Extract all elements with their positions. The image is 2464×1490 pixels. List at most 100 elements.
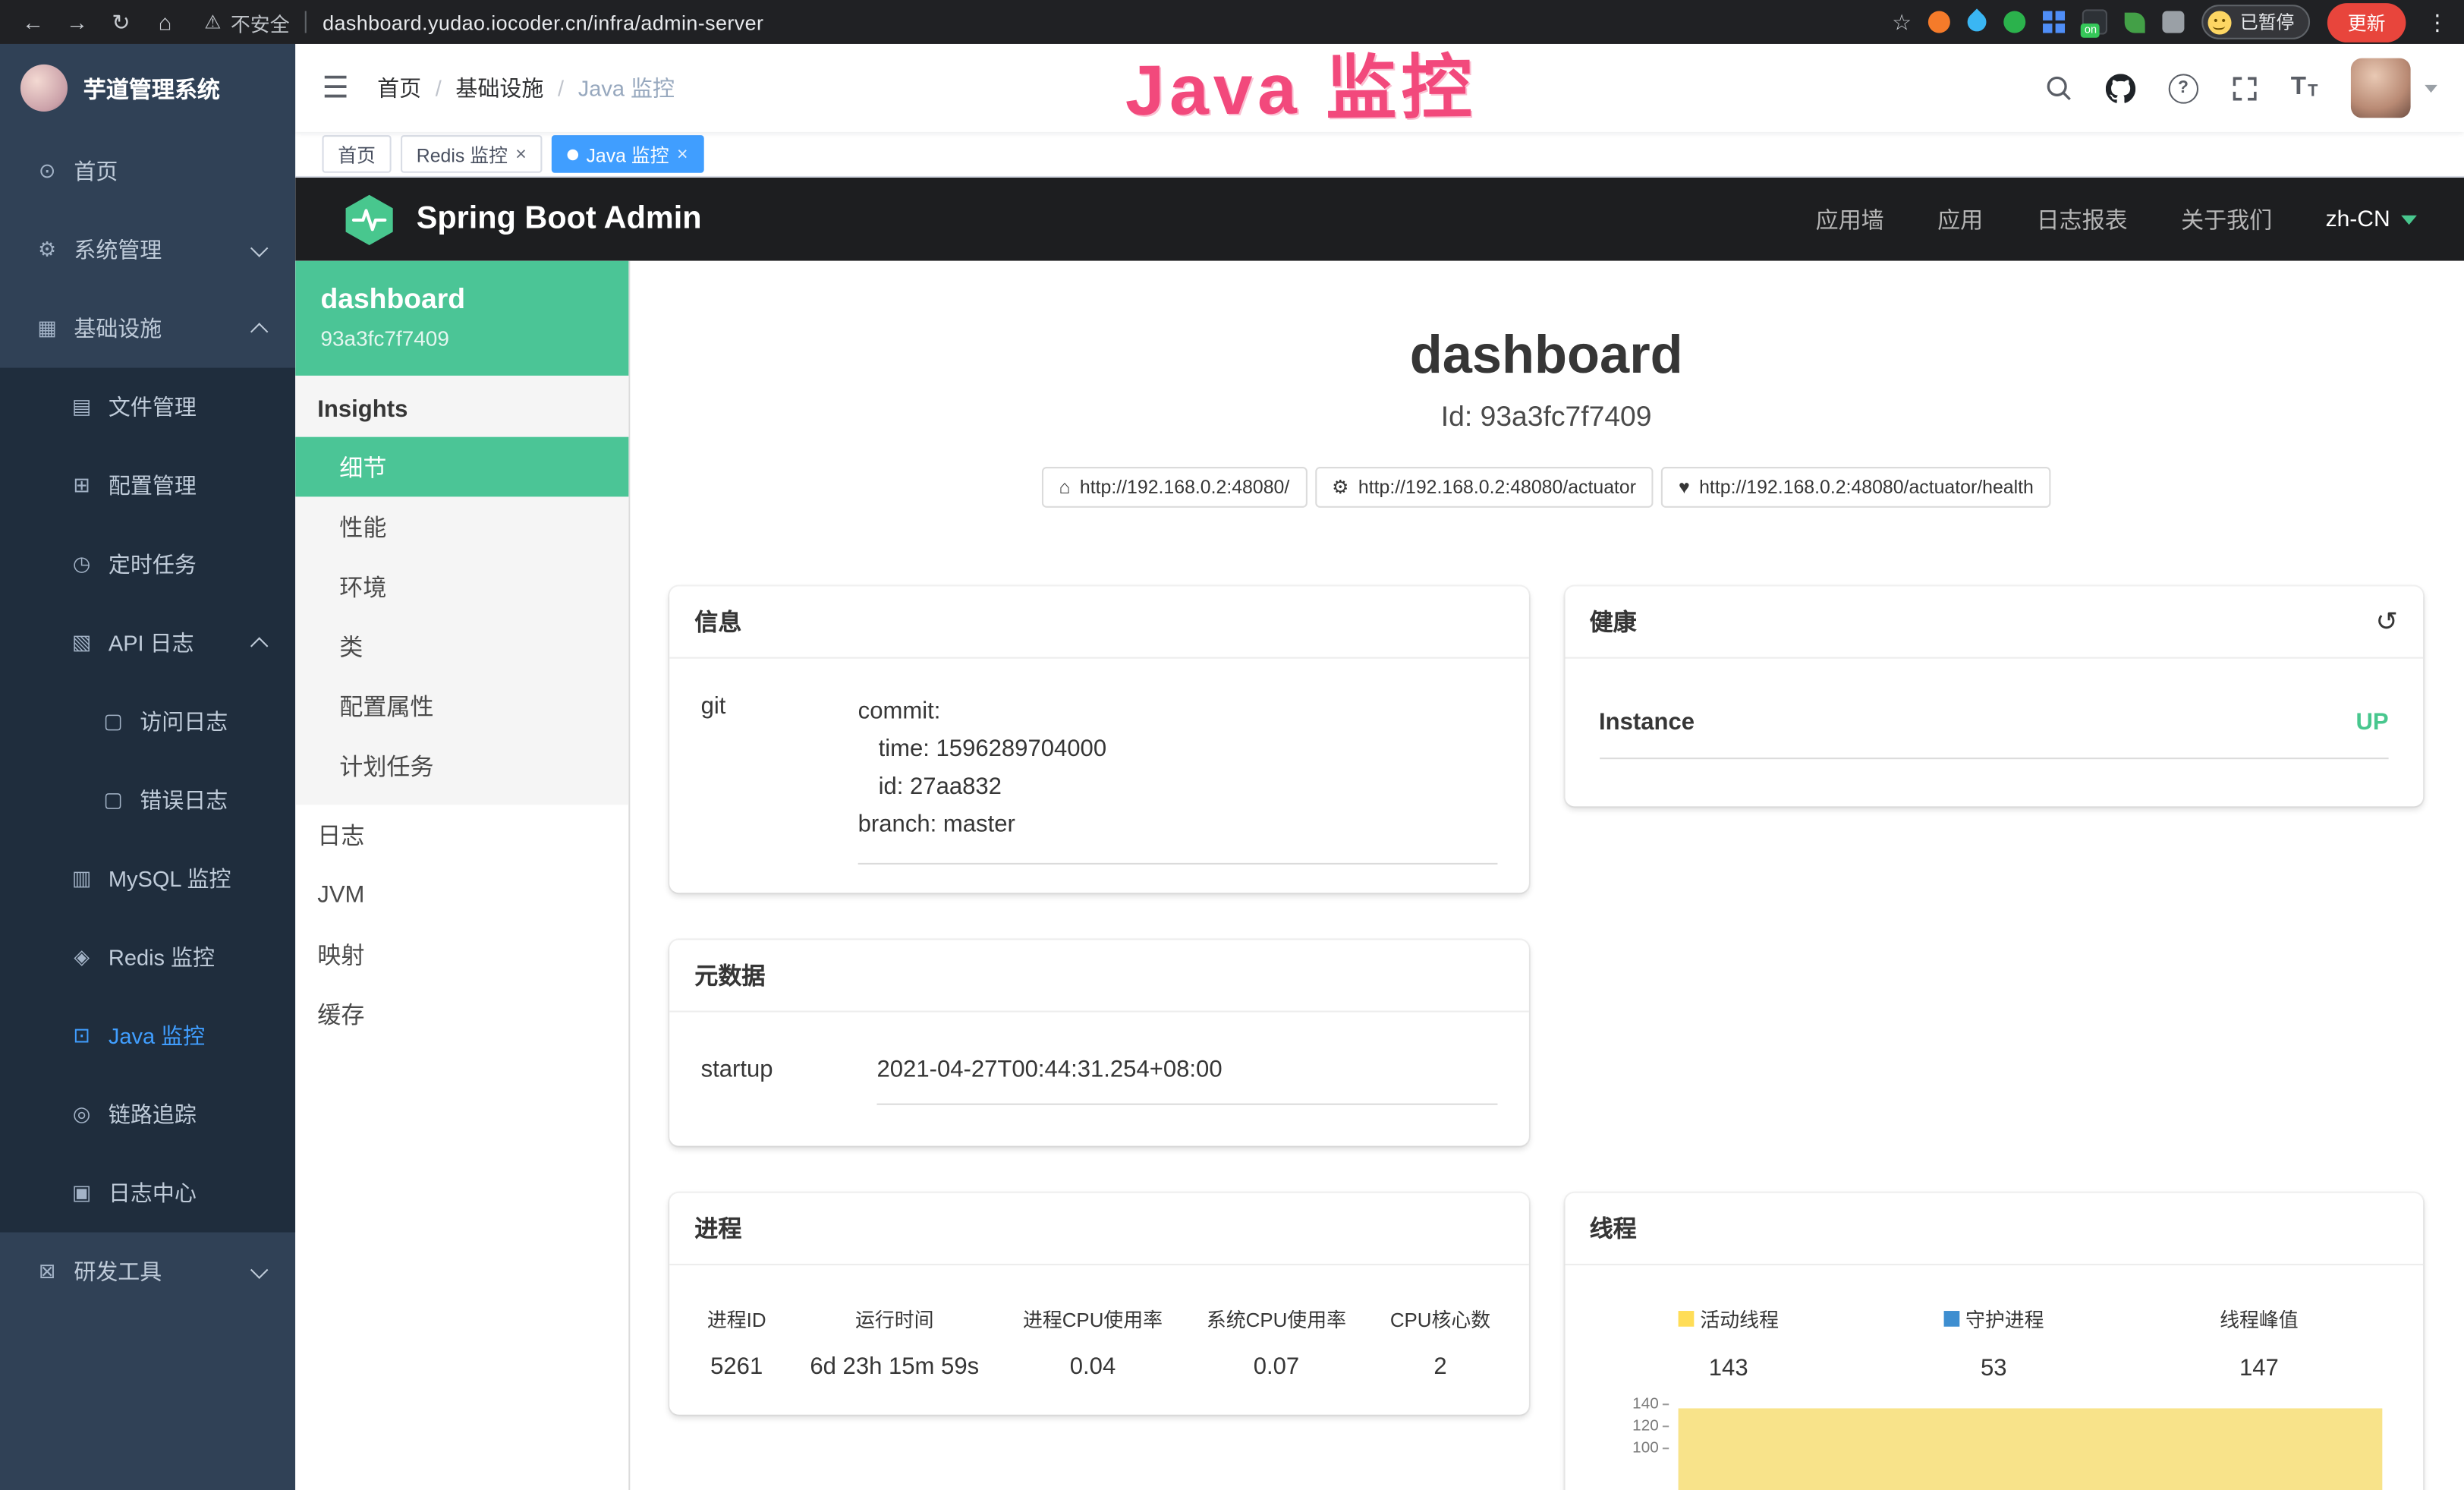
extension-icon-switch[interactable]: on [2083,9,2108,34]
git-commit-id: id: 27aa832 [858,769,1497,807]
gear-icon: ⚙ [33,238,61,263]
user-avatar[interactable] [2351,58,2411,118]
info-key: git [701,693,858,865]
update-button[interactable]: 更新 [2327,2,2406,42]
actuator-url-link[interactable]: ⚙ http://192.168.0.2:48080/actuator [1314,467,1653,508]
sidebar-item-dev-tools[interactable]: ⊠ 研发工具 [0,1233,295,1312]
tag-label: 首页 [338,140,376,167]
avatar-caret-icon[interactable] [2425,84,2437,92]
locale-selector[interactable]: zh-CN [2326,206,2417,232]
extension-icon-grid[interactable] [2044,11,2066,33]
status-badge: UP [2355,709,2388,736]
extensions-puzzle-icon[interactable] [2163,11,2185,33]
sidebar-item-scheduled-jobs[interactable]: ◷ 定时任务 [0,525,295,604]
instance-header[interactable]: dashboard 93a3fc7f7409 [295,261,628,376]
sidebar-item-label: Redis 监控 [109,941,215,972]
close-icon[interactable]: × [677,143,688,165]
sba-nav-wallboard[interactable]: 应用墙 [1816,203,1884,235]
extension-icon-orange[interactable] [1929,11,1951,33]
git-commit-time: time: 1596289704000 [858,731,1497,769]
legend-peak-threads: 线程峰值 147 [2126,1303,2392,1382]
close-icon[interactable]: × [515,143,527,165]
refresh-button[interactable]: ↻ [104,0,139,44]
font-size-icon[interactable]: TT [2291,75,2318,100]
back-button[interactable]: ← [16,0,51,44]
sidebar-item-log-center[interactable]: ▣ 日志中心 [0,1154,295,1233]
home-icon: ⌂ [1059,476,1070,498]
sba-nav-journal[interactable]: 日志报表 [2037,203,2128,235]
system-cpu-usage: 系统CPU使用率 0.07 [1207,1303,1346,1380]
sba-nav-applications[interactable]: 应用 [1937,203,1983,235]
tag-redis-monitor[interactable]: Redis 监控 × [401,135,542,173]
breadcrumb-infrastructure[interactable]: 基础设施 [455,72,543,103]
file-icon: ▤ [68,395,96,420]
breadcrumb-home[interactable]: 首页 [377,72,421,103]
hamburger-icon[interactable]: ☰ [323,70,349,106]
sba-item-metrics[interactable]: 性能 [295,496,628,556]
extension-icon-leaf[interactable] [2126,12,2146,33]
address-bar[interactable]: ⚠ 不安全 dashboard.yudao.iocoder.cn/infra/a… [204,7,763,36]
sba-item-logs[interactable]: 日志 [295,805,628,865]
sidebar-item-system-management[interactable]: ⚙ 系统管理 [0,210,295,289]
page-subtitle: Id: 93a3fc7f7409 [669,401,2423,433]
sidebar-item-file-management[interactable]: ▤ 文件管理 [0,368,295,447]
admin-menu: ⊙ 首页 ⚙ 系统管理 ▦ 基础设施 ▤ 文件管理 [0,132,295,1311]
chevron-up-icon [250,636,268,654]
legend-blue-square-icon [1943,1310,1959,1326]
github-icon[interactable] [2105,73,2135,102]
extension-icon-droplet[interactable] [1964,8,1990,35]
sba-nav-about[interactable]: 关于我们 [2181,203,2272,235]
sidebar-item-config-management[interactable]: ⊞ 配置管理 [0,446,295,525]
home-button[interactable]: ⌂ [148,0,183,44]
sidebar-item-infrastructure[interactable]: ▦ 基础设施 [0,289,295,368]
database-icon: ▥ [68,866,96,891]
sidebar-item-home[interactable]: ⊙ 首页 [0,132,295,211]
sidebar-item-mysql-monitor[interactable]: ▥ MySQL 监控 [0,840,295,918]
sidebar-item-redis-monitor[interactable]: ◈ Redis 监控 [0,918,295,997]
tag-label: Java 监控 [587,140,669,167]
sba-nav-links: 应用墙 应用 日志报表 关于我们 zh-CN [1816,203,2417,235]
sba-item-details[interactable]: 细节 [295,437,628,497]
chevron-down-icon [250,1260,268,1277]
profile-sync-paused-chip[interactable]: 已暂停 [2202,5,2310,39]
sidebar-item-label: 访问日志 [140,706,228,737]
health-url-link[interactable]: ♥ http://192.168.0.2:48080/actuator/heal… [1661,467,2050,508]
infrastructure-submenu: ▤ 文件管理 ⊞ 配置管理 ◷ 定时任务 ▧ API 日志 [0,368,295,1233]
forward-button[interactable]: → [60,0,95,44]
breadcrumb-separator: / [436,75,442,100]
sba-item-mappings[interactable]: 映射 [295,925,628,984]
sba-item-scheduled-tasks[interactable]: 计划任务 [295,736,628,795]
fullscreen-icon[interactable] [2231,74,2258,101]
help-icon[interactable]: ? [2168,73,2198,102]
config-icon: ⊞ [68,473,96,498]
sba-item-classes[interactable]: 类 [295,616,628,676]
browser-menu-icon[interactable]: ⋮ [2426,8,2448,35]
threads-legend: 活动线程 143 守护进程 53 线程峰值 [1596,1303,2392,1382]
extension-icon-green[interactable] [2004,11,2026,33]
sidebar-item-label: 首页 [74,156,118,187]
sba-item-config-props[interactable]: 配置属性 [295,676,628,736]
app-logo-avatar [20,65,68,112]
search-icon[interactable] [2044,74,2072,102]
info-card-title: 信息 [669,586,1528,658]
tag-label: Redis 监控 [417,140,508,167]
service-url-link[interactable]: ⌂ http://192.168.0.2:48080/ [1042,467,1307,508]
sidebar-item-tracing[interactable]: ◎ 链路追踪 [0,1075,295,1154]
health-instance-label: Instance [1599,709,1695,736]
sidebar-item-api-logs[interactable]: ▧ API 日志 [0,603,295,682]
sidebar-item-java-monitor[interactable]: ⊡ Java 监控 [0,997,295,1076]
legend-daemon-threads: 守护进程 53 [1861,1303,2127,1382]
sba-item-caches[interactable]: 缓存 [295,984,628,1044]
dashboard-icon: ⊙ [33,159,61,184]
tag-home[interactable]: 首页 [323,135,392,173]
sba-item-environment[interactable]: 环境 [295,556,628,616]
process-card: 进程 进程ID 5261 运行时间 [669,1193,1528,1415]
sba-item-jvm[interactable]: JVM [295,865,628,925]
sidebar-item-error-logs[interactable]: ▢ 错误日志 [0,761,295,840]
wrench-icon: ⚙ [1332,476,1348,498]
link-url: http://192.168.0.2:48080/actuator/health [1699,476,2034,498]
sidebar-item-access-logs[interactable]: ▢ 访问日志 [0,682,295,761]
history-icon[interactable]: ↺ [2376,611,2399,633]
bookmark-star-icon[interactable]: ☆ [1892,8,1912,35]
tag-java-monitor[interactable]: Java 监控 × [552,135,703,173]
